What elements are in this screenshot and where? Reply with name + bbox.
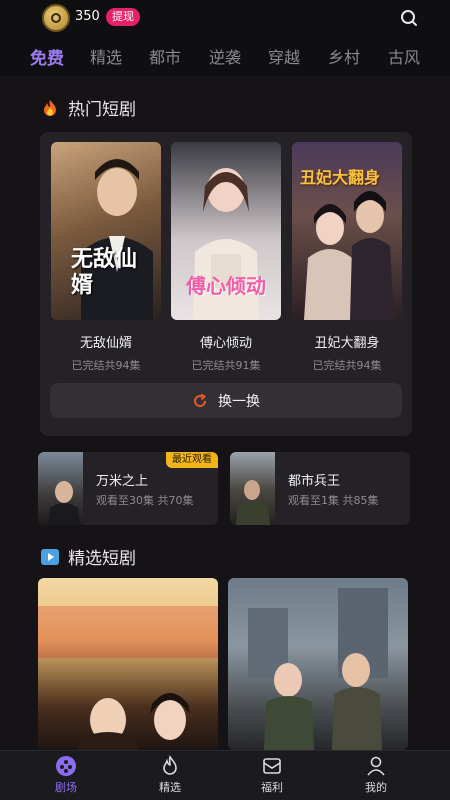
poster-title: 丑妃大翻身 [300,168,381,187]
drama-card[interactable]: 傅心倾动 傅心倾动 已完结共91集 [171,142,281,373]
hot-section-title: 热门短剧 [40,95,136,120]
drama-poster[interactable]: 傅心倾动 [171,142,281,320]
tab-free[interactable]: 免费 [30,44,64,69]
drama-poster[interactable]: 无敌仙婿 [51,142,161,320]
drama-card[interactable]: 无敌仙婿 无敌仙婿 已完结共94集 [51,142,161,373]
category-tabs: 免费 精选 都市 逆袭 穿越 乡村 古风 [0,36,450,76]
recent-progress: 观看至1集 共85集 [288,494,379,507]
tab-selected[interactable]: 精选 [90,44,122,68]
bottom-nav: 剧场 精选 福利 我的 [0,750,450,800]
hot-panel: 无敌仙婿 无敌仙婿 已完结共94集 傅心倾动 傅心倾动 已完结共91集 丑妃大翻… [40,132,412,436]
play-icon [40,547,60,567]
featured-poster[interactable] [38,578,218,750]
recent-thumbnail [230,452,275,525]
refresh-icon [192,393,208,409]
nav-label: 剧场 [55,781,77,794]
user-icon [365,755,387,777]
card-title: 无敌仙婿 [79,336,132,351]
recent-progress: 观看至30集 共70集 [96,494,194,507]
fire-icon [40,98,60,118]
poster-title: 傅心倾动 [186,274,266,298]
recent-title: 都市兵王 [288,474,341,489]
featured-section-title: 精选短剧 [40,544,136,569]
featured-poster[interactable] [228,578,408,750]
hot-title-text: 热门短剧 [68,100,136,120]
card-episodes: 已完结共94集 [312,359,382,372]
refresh-label: 换一换 [218,393,260,410]
tab-ancient[interactable]: 古风 [388,44,420,68]
coin-icon[interactable] [42,4,70,32]
refresh-button[interactable]: 换一换 [50,383,402,418]
recent-thumbnail [38,452,83,525]
card-episodes: 已完结共94集 [71,359,141,372]
coin-count: 350 [75,9,100,24]
nav-selected[interactable]: 精选 [140,755,200,795]
recent-title: 万米之上 [96,474,149,489]
card-episodes: 已完结共91集 [191,359,261,372]
tab-urban[interactable]: 都市 [149,44,181,68]
recent-watch-item[interactable]: 万米之上 观看至30集 共70集 最近观看 [38,452,218,525]
recent-watch-item[interactable]: 都市兵王 观看至1集 共85集 [230,452,410,525]
nav-profile[interactable]: 我的 [346,755,406,795]
withdraw-button[interactable]: 提现 [106,8,140,26]
nav-theater[interactable]: 剧场 [36,755,96,795]
top-bar: 350 提现 [0,0,450,36]
featured-title-text: 精选短剧 [68,549,136,569]
nav-label: 福利 [261,781,283,794]
tab-time-travel[interactable]: 穿越 [268,44,300,68]
card-title: 傅心倾动 [199,336,252,351]
drama-card[interactable]: 丑妃大翻身 丑妃大翻身 已完结共94集 [292,142,402,373]
flame-icon [159,755,181,777]
theater-icon [55,755,77,777]
drama-poster[interactable]: 丑妃大翻身 [292,142,402,320]
tab-counterattack[interactable]: 逆袭 [209,44,241,68]
nav-label: 精选 [159,781,181,794]
search-icon[interactable] [400,9,418,27]
poster-title: 无敌仙婿 [71,246,138,298]
nav-welfare[interactable]: 福利 [242,755,302,795]
nav-label: 我的 [365,781,387,794]
tab-village[interactable]: 乡村 [328,44,360,68]
card-title: 丑妃大翻身 [314,336,380,351]
recent-badge: 最近观看 [166,452,218,468]
gift-box-icon [261,755,283,777]
